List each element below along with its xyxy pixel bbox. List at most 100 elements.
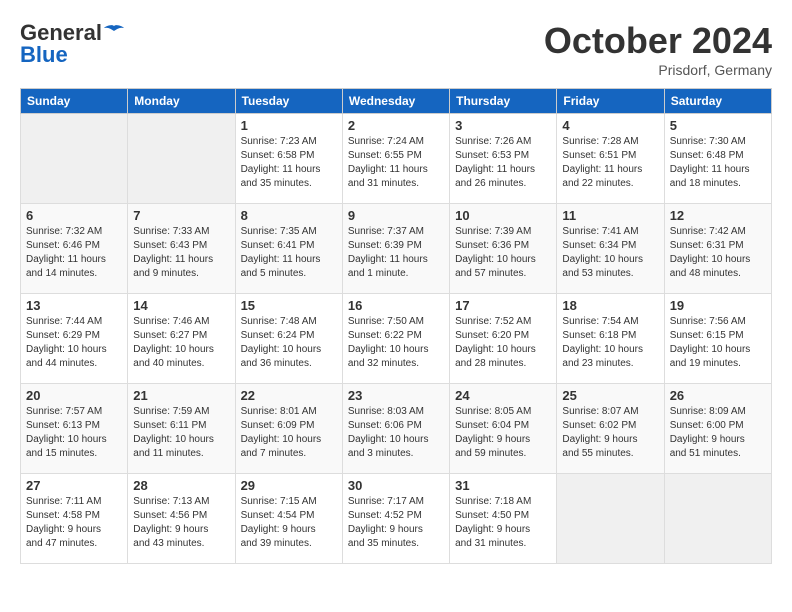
- day-content: Sunrise: 8:03 AM Sunset: 6:06 PM Dayligh…: [348, 405, 444, 461]
- day-content: Sunrise: 7:48 AM Sunset: 6:24 PM Dayligh…: [241, 315, 337, 371]
- day-cell: [664, 474, 771, 564]
- day-content: Sunrise: 7:56 AM Sunset: 6:15 PM Dayligh…: [670, 315, 766, 371]
- col-header-wednesday: Wednesday: [342, 89, 449, 114]
- day-number: 23: [348, 388, 444, 403]
- day-cell: 4 Sunrise: 7:28 AM Sunset: 6:51 PM Daylig…: [557, 114, 664, 204]
- day-number: 29: [241, 478, 337, 493]
- day-cell: 27 Sunrise: 7:11 AM Sunset: 4:58 PM Dayli…: [21, 474, 128, 564]
- day-number: 16: [348, 298, 444, 313]
- day-cell: 21 Sunrise: 7:59 AM Sunset: 6:11 PM Dayli…: [128, 384, 235, 474]
- day-number: 6: [26, 208, 122, 223]
- day-cell: 13Sunrise: 7:44 AM Sunset: 6:29 PM Dayli…: [21, 294, 128, 384]
- day-number: 19: [670, 298, 766, 313]
- page-header: General Blue October 2024 Prisdorf, Germ…: [20, 20, 772, 78]
- day-cell: 19 Sunrise: 7:56 AM Sunset: 6:15 PM Dayli…: [664, 294, 771, 384]
- day-cell: 24Sunrise: 8:05 AM Sunset: 6:04 PM Dayli…: [450, 384, 557, 474]
- day-number: 2: [348, 118, 444, 133]
- day-content: Sunrise: 7:54 AM Sunset: 6:18 PM Dayligh…: [562, 315, 658, 371]
- day-cell: 3 Sunrise: 7:26 AM Sunset: 6:53 PM Daylig…: [450, 114, 557, 204]
- day-cell: 25 Sunrise: 8:07 AM Sunset: 6:02 PM Dayli…: [557, 384, 664, 474]
- day-content: Sunrise: 7:28 AM Sunset: 6:51 PM Dayligh…: [562, 135, 658, 191]
- day-number: 11: [562, 208, 658, 223]
- week-row-2: 6Sunrise: 7:32 AM Sunset: 6:46 PM Daylig…: [21, 204, 772, 294]
- day-cell: [557, 474, 664, 564]
- day-content: Sunrise: 7:41 AM Sunset: 6:34 PM Dayligh…: [562, 225, 658, 281]
- day-content: Sunrise: 7:39 AM Sunset: 6:36 PM Dayligh…: [455, 225, 551, 281]
- day-content: Sunrise: 7:46 AM Sunset: 6:27 PM Dayligh…: [133, 315, 229, 371]
- day-cell: [128, 114, 235, 204]
- logo-blue: Blue: [20, 42, 68, 68]
- day-content: Sunrise: 7:59 AM Sunset: 6:11 PM Dayligh…: [133, 405, 229, 461]
- day-number: 30: [348, 478, 444, 493]
- week-row-1: 1 Sunrise: 7:23 AM Sunset: 6:58 PM Daylig…: [21, 114, 772, 204]
- day-cell: 2 Sunrise: 7:24 AM Sunset: 6:55 PM Daylig…: [342, 114, 449, 204]
- col-header-tuesday: Tuesday: [235, 89, 342, 114]
- day-content: Sunrise: 7:23 AM Sunset: 6:58 PM Dayligh…: [241, 135, 337, 191]
- day-number: 8: [241, 208, 337, 223]
- day-cell: 26Sunrise: 8:09 AM Sunset: 6:00 PM Dayli…: [664, 384, 771, 474]
- day-cell: 20 Sunrise: 7:57 AM Sunset: 6:13 PM Dayli…: [21, 384, 128, 474]
- day-number: 20: [26, 388, 122, 403]
- day-number: 10: [455, 208, 551, 223]
- col-header-saturday: Saturday: [664, 89, 771, 114]
- day-number: 17: [455, 298, 551, 313]
- day-number: 1: [241, 118, 337, 133]
- day-content: Sunrise: 7:52 AM Sunset: 6:20 PM Dayligh…: [455, 315, 551, 371]
- day-content: Sunrise: 7:11 AM Sunset: 4:58 PM Dayligh…: [26, 495, 122, 551]
- day-cell: 1 Sunrise: 7:23 AM Sunset: 6:58 PM Daylig…: [235, 114, 342, 204]
- day-content: Sunrise: 7:18 AM Sunset: 4:50 PM Dayligh…: [455, 495, 551, 551]
- logo: General Blue: [20, 20, 124, 68]
- day-cell: 10 Sunrise: 7:39 AM Sunset: 6:36 PM Dayli…: [450, 204, 557, 294]
- header-row: SundayMondayTuesdayWednesdayThursdayFrid…: [21, 89, 772, 114]
- day-cell: 15 Sunrise: 7:48 AM Sunset: 6:24 PM Dayli…: [235, 294, 342, 384]
- week-row-5: 27 Sunrise: 7:11 AM Sunset: 4:58 PM Dayli…: [21, 474, 772, 564]
- day-number: 28: [133, 478, 229, 493]
- day-number: 18: [562, 298, 658, 313]
- day-number: 3: [455, 118, 551, 133]
- day-cell: 22Sunrise: 8:01 AM Sunset: 6:09 PM Dayli…: [235, 384, 342, 474]
- day-content: Sunrise: 7:33 AM Sunset: 6:43 PM Dayligh…: [133, 225, 229, 281]
- location: Prisdorf, Germany: [544, 62, 772, 78]
- day-content: Sunrise: 7:57 AM Sunset: 6:13 PM Dayligh…: [26, 405, 122, 461]
- day-cell: 18 Sunrise: 7:54 AM Sunset: 6:18 PM Dayli…: [557, 294, 664, 384]
- title-area: October 2024 Prisdorf, Germany: [544, 20, 772, 78]
- day-content: Sunrise: 7:17 AM Sunset: 4:52 PM Dayligh…: [348, 495, 444, 551]
- day-content: Sunrise: 8:01 AM Sunset: 6:09 PM Dayligh…: [241, 405, 337, 461]
- day-content: Sunrise: 7:24 AM Sunset: 6:55 PM Dayligh…: [348, 135, 444, 191]
- day-cell: 12 Sunrise: 7:42 AM Sunset: 6:31 PM Dayli…: [664, 204, 771, 294]
- day-content: Sunrise: 8:09 AM Sunset: 6:00 PM Dayligh…: [670, 405, 766, 461]
- day-number: 4: [562, 118, 658, 133]
- day-cell: 8 Sunrise: 7:35 AM Sunset: 6:41 PM Daylig…: [235, 204, 342, 294]
- day-cell: 7 Sunrise: 7:33 AM Sunset: 6:43 PM Daylig…: [128, 204, 235, 294]
- logo-bird-icon: [104, 24, 124, 38]
- day-number: 7: [133, 208, 229, 223]
- day-content: Sunrise: 7:35 AM Sunset: 6:41 PM Dayligh…: [241, 225, 337, 281]
- day-number: 25: [562, 388, 658, 403]
- day-number: 12: [670, 208, 766, 223]
- day-cell: 16 Sunrise: 7:50 AM Sunset: 6:22 PM Dayli…: [342, 294, 449, 384]
- col-header-thursday: Thursday: [450, 89, 557, 114]
- day-number: 27: [26, 478, 122, 493]
- day-number: 14: [133, 298, 229, 313]
- day-content: Sunrise: 7:50 AM Sunset: 6:22 PM Dayligh…: [348, 315, 444, 371]
- day-number: 9: [348, 208, 444, 223]
- day-content: Sunrise: 8:07 AM Sunset: 6:02 PM Dayligh…: [562, 405, 658, 461]
- day-number: 31: [455, 478, 551, 493]
- calendar-table: SundayMondayTuesdayWednesdayThursdayFrid…: [20, 88, 772, 564]
- day-number: 24: [455, 388, 551, 403]
- col-header-monday: Monday: [128, 89, 235, 114]
- day-cell: 6Sunrise: 7:32 AM Sunset: 6:46 PM Daylig…: [21, 204, 128, 294]
- day-content: Sunrise: 7:26 AM Sunset: 6:53 PM Dayligh…: [455, 135, 551, 191]
- day-number: 13: [26, 298, 122, 313]
- day-number: 15: [241, 298, 337, 313]
- day-content: Sunrise: 7:30 AM Sunset: 6:48 PM Dayligh…: [670, 135, 766, 191]
- day-content: Sunrise: 7:42 AM Sunset: 6:31 PM Dayligh…: [670, 225, 766, 281]
- month-title: October 2024: [544, 20, 772, 62]
- day-cell: 28 Sunrise: 7:13 AM Sunset: 4:56 PM Dayli…: [128, 474, 235, 564]
- day-cell: 11 Sunrise: 7:41 AM Sunset: 6:34 PM Dayli…: [557, 204, 664, 294]
- day-content: Sunrise: 7:37 AM Sunset: 6:39 PM Dayligh…: [348, 225, 444, 281]
- day-content: Sunrise: 7:13 AM Sunset: 4:56 PM Dayligh…: [133, 495, 229, 551]
- day-cell: 23 Sunrise: 8:03 AM Sunset: 6:06 PM Dayli…: [342, 384, 449, 474]
- day-cell: 14 Sunrise: 7:46 AM Sunset: 6:27 PM Dayli…: [128, 294, 235, 384]
- day-number: 21: [133, 388, 229, 403]
